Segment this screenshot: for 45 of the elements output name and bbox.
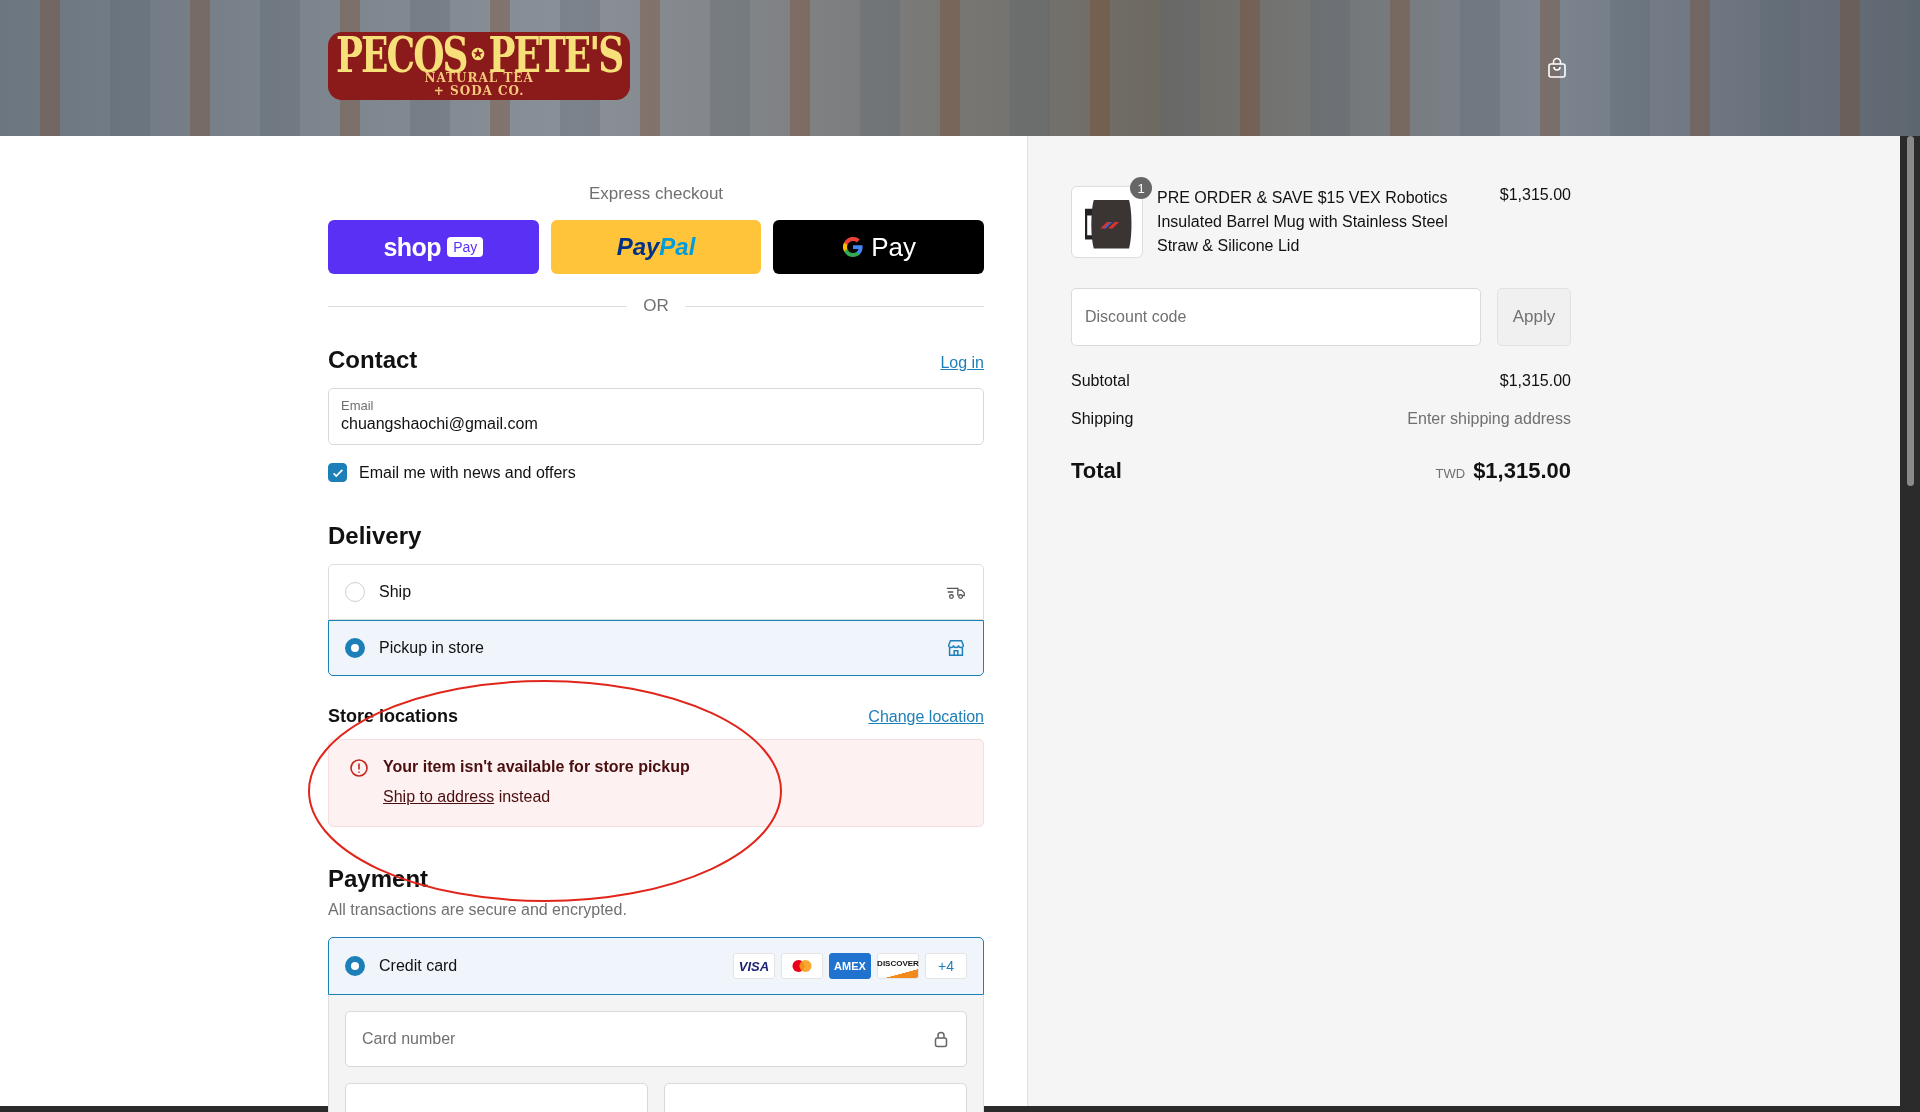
log-in-link[interactable]: Log in [940, 354, 984, 372]
delivery-option[interactable]: Ship [328, 564, 984, 620]
google-g-icon [841, 235, 866, 259]
visa-card-logo: VISA [733, 953, 775, 979]
google-pay-button[interactable]: Pay [773, 220, 984, 274]
scrollbar[interactable] [1900, 136, 1920, 1106]
contact-heading: Contact [328, 346, 418, 374]
shipping-value: Enter shipping address [1407, 410, 1571, 428]
ship-to-address-link[interactable]: Ship to address [383, 788, 495, 805]
radio-button[interactable] [345, 956, 365, 976]
more-cards-badge: +4 [925, 953, 967, 979]
radio-button[interactable] [345, 638, 365, 658]
amex-card-logo: AMEX [829, 953, 871, 979]
store-icon [945, 637, 967, 659]
credit-card-option[interactable]: Credit card VISA AMEX DISCOVER +4 [328, 937, 984, 995]
total-label: Total [1071, 458, 1122, 484]
quantity-badge: 1 [1130, 177, 1152, 199]
discover-card-logo: DISCOVER [877, 953, 919, 979]
paypal-button[interactable]: PayPal [550, 220, 762, 274]
email-field[interactable]: Email chuangshaochi@gmail.com [328, 388, 984, 445]
subtotal-label: Subtotal [1071, 372, 1130, 390]
total-value: $1,315.00 [1473, 458, 1571, 484]
express-checkout-label: Express checkout [587, 184, 725, 204]
delivery-option[interactable]: Pickup in store [328, 620, 984, 676]
product-price: $1,315.00 [1499, 186, 1571, 204]
newsletter-checkbox[interactable] [328, 463, 347, 482]
change-location-link[interactable]: Change location [868, 708, 984, 726]
or-divider-label: OR [643, 296, 669, 316]
store-locations-heading: Store locations [328, 706, 459, 727]
discount-code-field[interactable]: Discount code [1071, 288, 1481, 346]
currency-code: TWD [1435, 466, 1466, 481]
error-icon [349, 758, 369, 778]
newsletter-label: Email me with news and offers [359, 463, 576, 482]
subtotal-value: $1,315.00 [1499, 372, 1571, 390]
product-title: PRE ORDER & SAVE $15 VEX Robotics Insulated Barrel Mug with Stainless Steel Straw & Silicone Lid [1157, 188, 1449, 256]
shopping-bag-icon[interactable] [1545, 56, 1569, 80]
card-number-field[interactable]: Card number [345, 1011, 967, 1067]
apply-button[interactable]: Apply [1497, 288, 1571, 346]
mastercard-logo-icon [781, 953, 823, 979]
ship-instead-text: Ship to address instead [383, 788, 552, 806]
shipping-label: Shipping [1071, 410, 1134, 428]
delivery-heading: Delivery [328, 522, 423, 550]
payment-subtitle: All transactions are secure and encrypted. [328, 901, 628, 919]
error-message: Your item isn't available for store pickup [383, 758, 690, 776]
shop-pay-button[interactable]: shop Pay [328, 220, 539, 274]
